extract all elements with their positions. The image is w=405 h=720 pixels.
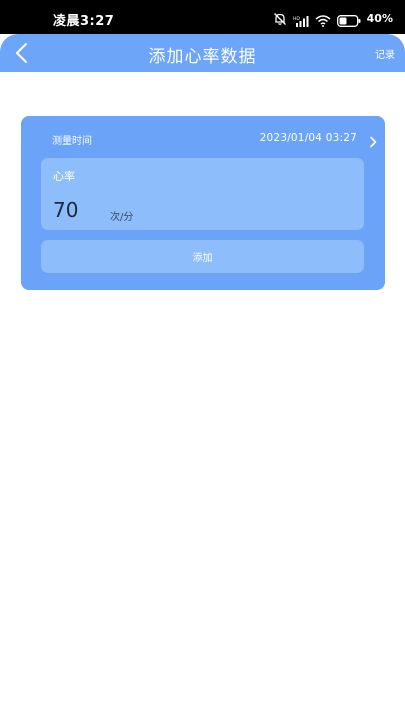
status-icons: HD 40%	[273, 9, 393, 27]
wifi-icon	[315, 12, 331, 27]
app-header: 添加心率数据 记录	[0, 34, 405, 72]
chevron-right-icon	[368, 133, 378, 148]
battery-icon	[336, 12, 361, 27]
page-title: 添加心率数据	[148, 47, 257, 67]
svg-text:HD: HD	[293, 16, 300, 22]
heart-rate-form-card: 测量时间 2023/01/04 03:27 心率 次/分 添加	[21, 116, 385, 290]
measure-time-label: 测量时间	[52, 136, 92, 147]
battery-percent: 40%	[366, 11, 393, 25]
status-bar: 凌晨3:27 HD 40%	[0, 0, 405, 34]
measure-time-value: 2023/01/04 03:27	[259, 132, 357, 144]
mute-bell-icon	[273, 11, 287, 25]
heart-rate-field: 心率 次/分	[41, 158, 364, 230]
hd-signal-icon: HD	[293, 12, 309, 27]
measure-time-selector[interactable]: 测量时间 2023/01/04 03:27	[21, 116, 385, 158]
record-button[interactable]: 记录	[375, 46, 395, 61]
heart-rate-label: 心率	[53, 170, 75, 183]
heart-rate-unit: 次/分	[110, 212, 134, 223]
status-time: 凌晨3:27	[53, 14, 115, 29]
add-button[interactable]: 添加	[41, 240, 364, 273]
heart-rate-input[interactable]	[51, 198, 105, 222]
